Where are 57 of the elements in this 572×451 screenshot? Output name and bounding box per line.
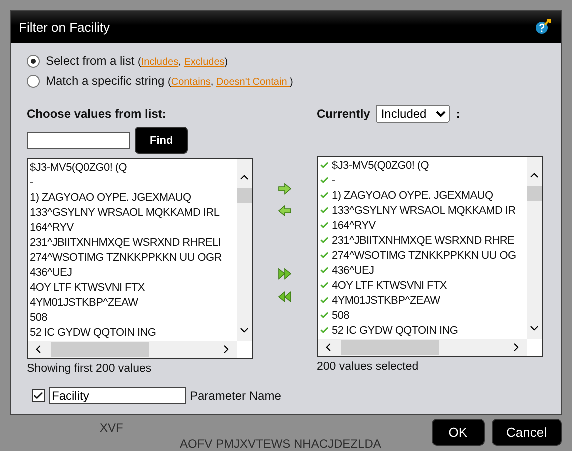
mode-label: Match a specific string (Contains, Doesn't Contain ) (46, 74, 294, 88)
background-text: AOFV PMJXVTEWS NHACJDEZLDA (180, 437, 382, 451)
parameter-label: Parameter Name (190, 388, 282, 402)
list-item[interactable]: $J3-MV5(Q0ZG0! (Q (30, 162, 127, 174)
list-item[interactable]: 164^RYV (30, 222, 74, 234)
list-item[interactable]: 133^GSYLNY WRSAOL MQKKAMD IRL (30, 206, 220, 218)
list-item[interactable]: 1) ZAGYOAO OYPE. JGEXMAUQ (332, 190, 494, 202)
list-item[interactable]: 52 IC GYDW QQTOIN ING (332, 324, 458, 336)
left-arrow-icon[interactable] (278, 205, 292, 217)
list-item[interactable]: 4YM01JSTKBP^ZEAW (332, 294, 440, 306)
list-item[interactable]: - (30, 176, 34, 188)
currently-label: Currently (317, 107, 370, 121)
list-item[interactable]: 231^JBIITXNHMXQE WSRXND RHRE (332, 234, 515, 246)
list-item[interactable]: 231^JBIITXNHMXQE WSRXND RHRELI (30, 236, 222, 248)
radio-button[interactable] (27, 54, 40, 68)
list-item[interactable]: 1) ZAGYOAO OYPE. JGEXMAUQ (30, 192, 192, 204)
scrollbar-thumb[interactable] (341, 340, 439, 355)
mode-select[interactable]: Included (376, 105, 450, 123)
horizontal-scrollbar[interactable] (318, 339, 527, 356)
list-item[interactable]: 508 (332, 310, 350, 322)
checkbox[interactable] (32, 389, 45, 402)
list-item[interactable]: 133^GSYLNY WRSAOL MQKKAMD IR (332, 204, 516, 216)
list-item[interactable]: 4YM01JSTKBP^ZEAW (30, 296, 138, 308)
status-text: Showing first 200 values (27, 363, 153, 375)
background-text: XVF (100, 421, 124, 435)
window-title: Filter on Facility (19, 20, 110, 34)
list-item[interactable]: $J3-MV5(Q0ZG0! (Q (332, 160, 429, 172)
cancel-button[interactable]: Cancel (492, 419, 562, 446)
help-icon[interactable] (535, 19, 553, 35)
list-item[interactable]: 4OY LTF KTWSVNI FTX (30, 282, 145, 294)
colon-label: : (456, 107, 460, 121)
double-right-arrow-icon[interactable] (278, 268, 292, 280)
list-item[interactable]: 436^UEJ (30, 266, 72, 278)
status-text: 200 values selected (317, 361, 420, 373)
find-button[interactable]: Find (135, 127, 188, 154)
list-item[interactable]: 508 (30, 312, 48, 324)
list-item[interactable]: 274^WSOTIMG TZNKKPPKKN UU OGR (30, 252, 222, 264)
scrollbar-thumb[interactable] (527, 186, 542, 201)
list-item[interactable]: 436^UEJ (332, 264, 374, 276)
double-left-arrow-icon[interactable] (278, 291, 292, 303)
list-item[interactable]: 164^RYV (332, 220, 376, 232)
mode-label: Select from a list (Includes, Excludes) (46, 54, 228, 68)
vertical-scrollbar[interactable] (237, 159, 252, 341)
right-arrow-icon[interactable] (278, 183, 292, 195)
ok-button[interactable]: OK (432, 419, 485, 446)
scrollbar-thumb[interactable] (237, 188, 252, 203)
list-item[interactable]: - (332, 174, 336, 186)
vertical-scrollbar[interactable] (527, 157, 542, 339)
list-heading: Choose values from list: (27, 107, 166, 121)
horizontal-scrollbar[interactable] (28, 341, 237, 358)
parameter-field[interactable]: Facility (49, 387, 186, 404)
search-field[interactable] (27, 132, 130, 149)
radio-button[interactable] (27, 74, 40, 88)
list-item[interactable]: 52 IC GYDW QQTOIN ING (30, 326, 156, 338)
scrollbar-thumb[interactable] (51, 342, 149, 357)
list-item[interactable]: 274^WSOTIMG TZNKKPPKKN UU OG (332, 250, 516, 262)
list-item[interactable]: 4OY LTF KTWSVNI FTX (332, 280, 447, 292)
